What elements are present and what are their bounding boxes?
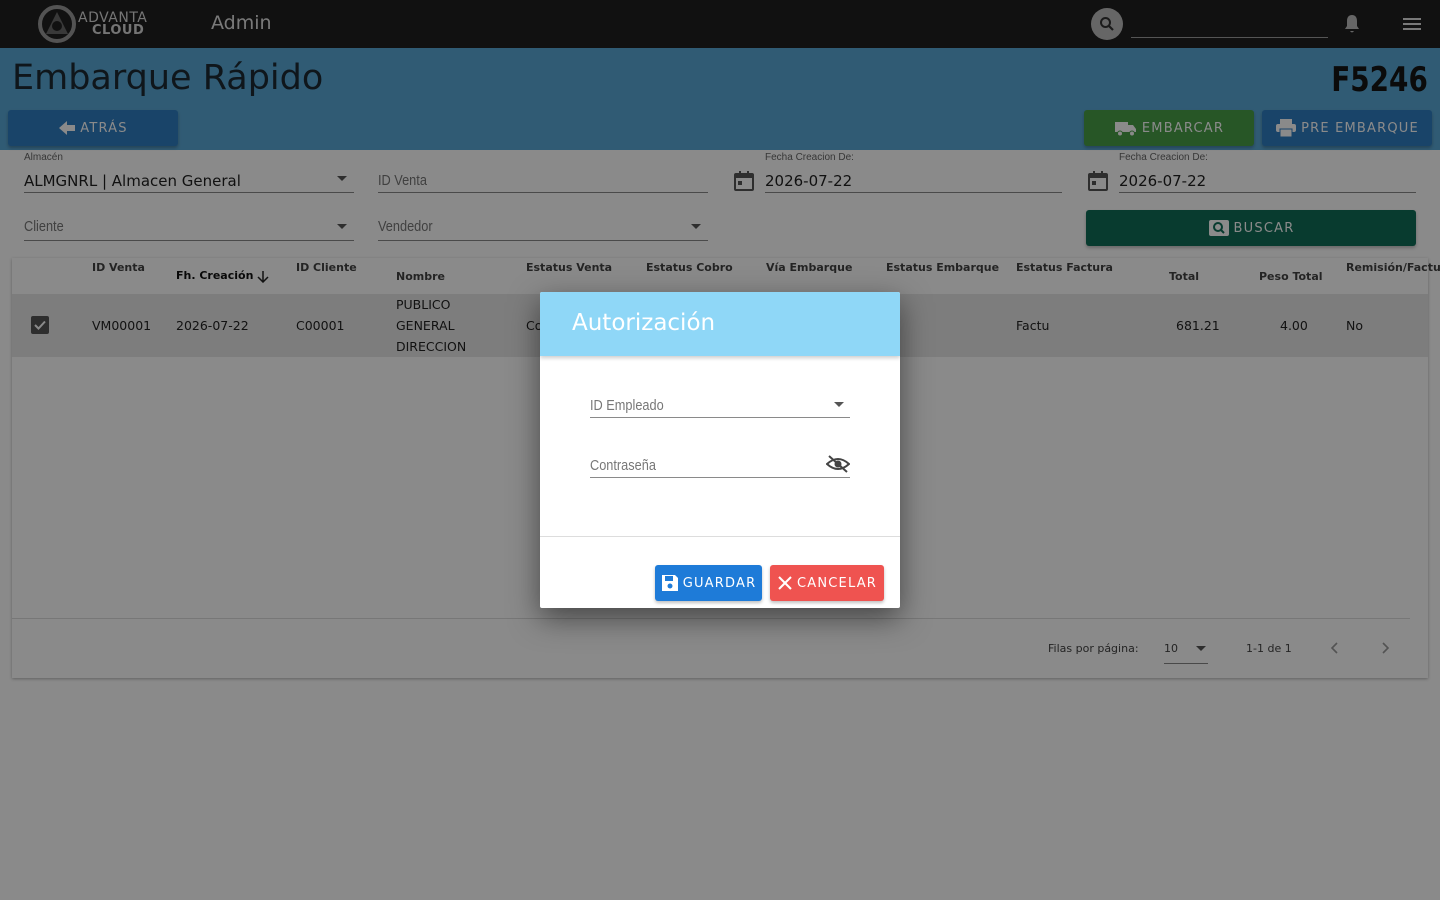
close-icon (778, 576, 792, 590)
chevron-down-icon (834, 402, 844, 407)
save-button[interactable]: GUARDAR (655, 565, 762, 601)
field-underline (590, 477, 850, 478)
dialog-header: Autorización (540, 292, 900, 356)
field-underline (590, 417, 850, 418)
password-input[interactable]: Contraseña (590, 448, 850, 478)
eye-off-icon[interactable] (826, 454, 850, 474)
password-placeholder: Contraseña (590, 457, 656, 474)
cancel-button[interactable]: CANCELAR (770, 565, 884, 601)
authorization-dialog: Autorización ID Empleado Contraseña GUAR… (540, 292, 900, 608)
save-button-label: GUARDAR (682, 575, 757, 591)
save-icon (661, 575, 678, 591)
cancel-button-label: CANCELAR (796, 575, 878, 591)
employee-id-placeholder: ID Empleado (590, 397, 664, 414)
divider (540, 536, 900, 537)
dialog-title: Autorización (572, 310, 716, 336)
employee-id-select[interactable]: ID Empleado (590, 388, 850, 418)
